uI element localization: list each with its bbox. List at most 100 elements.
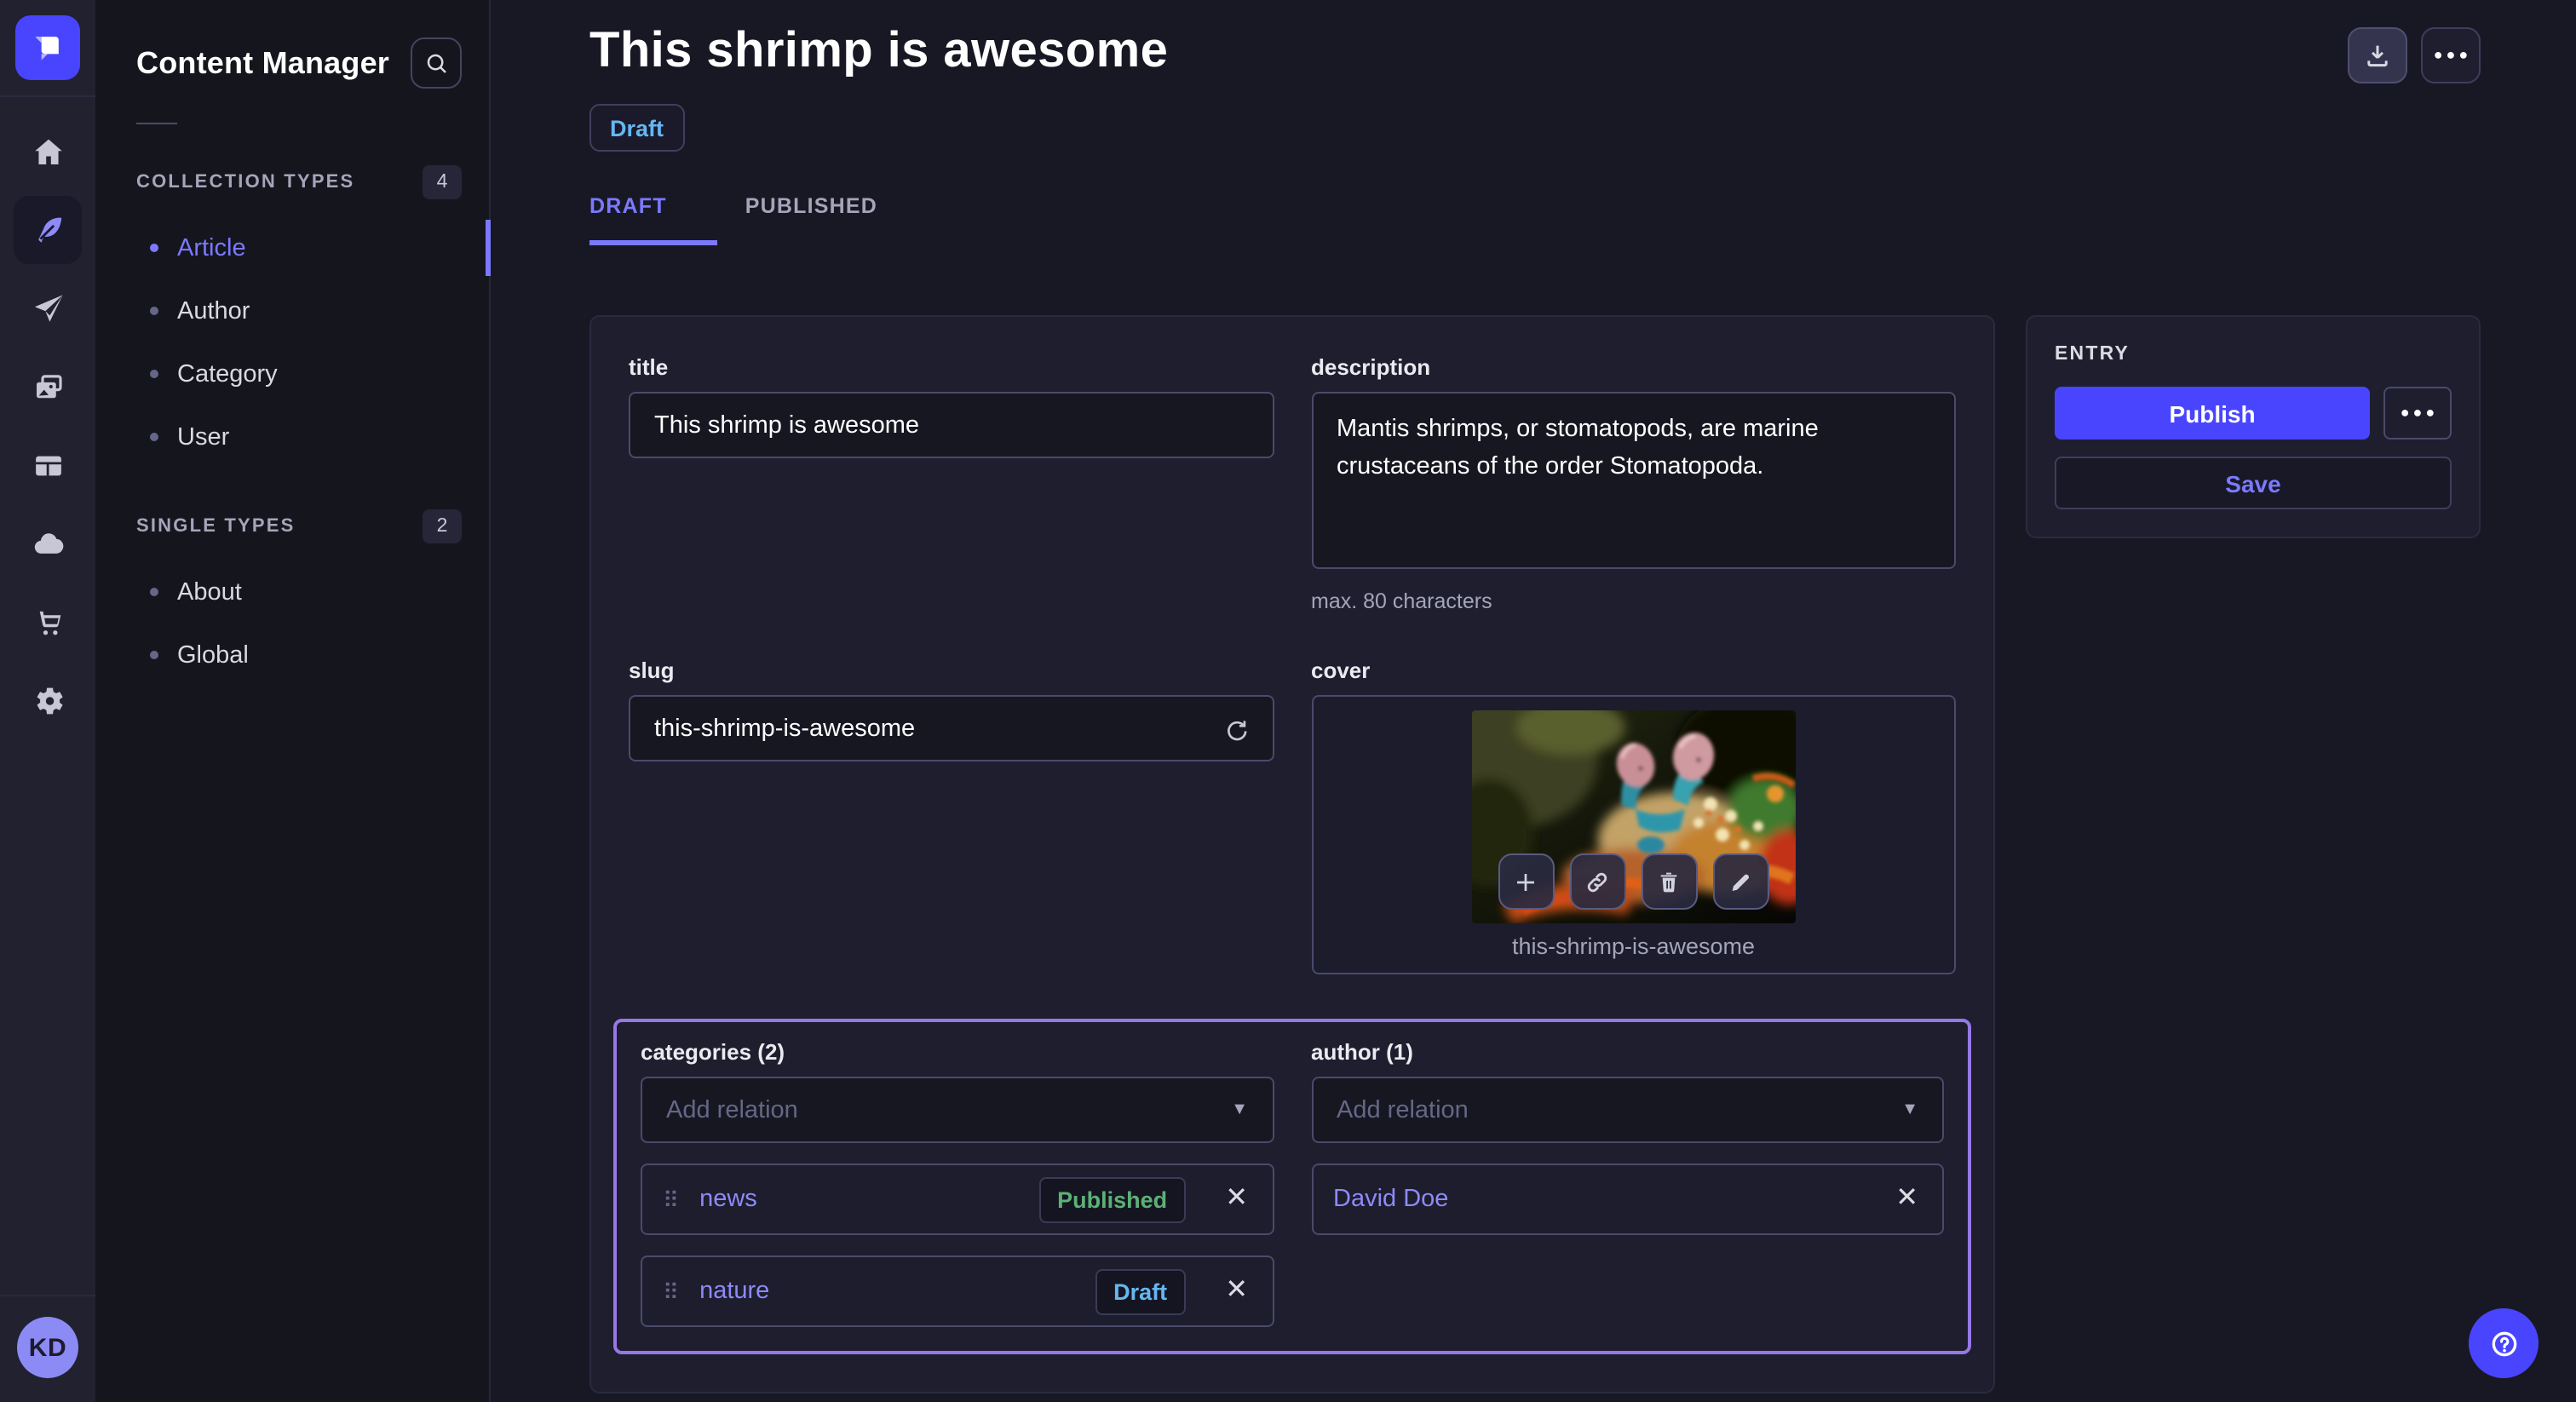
entry-more-options-button[interactable]: ●●●	[2383, 387, 2452, 440]
pencil-icon	[1728, 868, 1755, 895]
main-content: This shrimp is awesome ●●● Draft DRAFT P…	[491, 0, 2576, 1402]
sidebar-item-label: Author	[177, 297, 250, 325]
relation-link[interactable]: David Doe	[1333, 1186, 1448, 1213]
export-download-button[interactable]	[2348, 27, 2407, 83]
user-avatar[interactable]: KD	[17, 1317, 78, 1378]
bullet-icon	[150, 307, 158, 315]
drag-handle-icon[interactable]: ⠿	[663, 1188, 679, 1210]
sidebar-item-user[interactable]: User	[95, 405, 489, 468]
relation-link[interactable]: nature	[699, 1278, 769, 1305]
trash-icon	[1656, 868, 1683, 895]
divider	[0, 1295, 95, 1296]
sidebar-item-about[interactable]: About	[95, 560, 489, 623]
author-add-relation-combobox[interactable]: Add relation ▼	[1311, 1077, 1944, 1143]
slug-input[interactable]	[629, 695, 1274, 761]
drag-handle-icon[interactable]: ⠿	[663, 1280, 679, 1302]
version-tabs: DRAFT PUBLISHED	[589, 194, 2481, 245]
main-nav: KD	[0, 0, 95, 1402]
cover-asset-card: this-shrimp-is-awesome	[1311, 695, 1956, 974]
bullet-icon	[150, 244, 158, 252]
link-icon	[1584, 868, 1612, 895]
caret-down-icon: ▼	[1901, 1100, 1918, 1119]
help-button[interactable]	[2469, 1308, 2539, 1378]
cover-label: cover	[1311, 658, 1956, 683]
divider	[0, 95, 95, 97]
edit-form-panel: title description Mantis shrimps, or sto…	[589, 315, 1995, 1393]
relation-status-badge: Published	[1038, 1176, 1186, 1222]
nav-home-icon[interactable]	[14, 118, 82, 186]
sidebar-item-global[interactable]: Global	[95, 623, 489, 687]
field-author: author (1) Add relation ▼ David Doe ✕	[1311, 1039, 1944, 1327]
single-types-section: SINGLE TYPES 2 About Global	[95, 509, 489, 687]
categories-label: categories (2)	[641, 1039, 1274, 1065]
strapi-logo-icon	[29, 29, 66, 66]
divider	[136, 123, 177, 124]
tab-published[interactable]: PUBLISHED	[745, 194, 929, 245]
nav-marketplace-cart-icon[interactable]	[14, 588, 82, 656]
description-textarea[interactable]: Mantis shrimps, or stomatopods, are mari…	[1311, 392, 1956, 569]
active-item-indicator	[486, 220, 491, 276]
sidebar-item-author[interactable]: Author	[95, 279, 489, 342]
section-count-badge: 4	[423, 165, 462, 199]
nav-content-manager-feather-icon[interactable]	[14, 196, 82, 264]
copy-link-button[interactable]	[1570, 853, 1626, 910]
slug-label: slug	[629, 658, 1274, 683]
nav-settings-gear-icon[interactable]	[14, 666, 82, 734]
help-icon	[2487, 1326, 2521, 1360]
field-title: title	[629, 354, 1274, 613]
cover-filename: this-shrimp-is-awesome	[1512, 934, 1755, 959]
sidebar-item-label: Category	[177, 360, 278, 388]
relation-status-badge: Draft	[1095, 1268, 1186, 1314]
sidebar-item-category[interactable]: Category	[95, 342, 489, 405]
plus-icon	[1513, 868, 1540, 895]
sidebar-item-article[interactable]: Article	[95, 216, 489, 279]
save-button[interactable]: Save	[2055, 457, 2452, 509]
tab-draft[interactable]: DRAFT	[589, 194, 718, 245]
combobox-placeholder: Add relation	[1337, 1096, 1469, 1123]
nav-media-library-icon[interactable]	[14, 353, 82, 421]
more-icon: ●●●	[2430, 48, 2472, 63]
title-label: title	[629, 354, 1274, 380]
section-label: COLLECTION TYPES	[136, 172, 354, 192]
relation-item-news: ⠿ news Published ✕	[641, 1164, 1274, 1235]
sidebar-item-label: User	[177, 423, 229, 451]
relation-link[interactable]: news	[699, 1186, 757, 1213]
nav-cloud-icon[interactable]	[14, 509, 82, 577]
regenerate-slug-button[interactable]	[1217, 710, 1255, 748]
bullet-icon	[150, 588, 158, 596]
page-title: This shrimp is awesome	[589, 24, 1168, 80]
search-button[interactable]	[411, 37, 462, 89]
edit-asset-button[interactable]	[1713, 853, 1769, 910]
field-cover: cover	[1311, 658, 1956, 974]
refresh-icon	[1222, 715, 1251, 744]
categories-add-relation-combobox[interactable]: Add relation ▼	[641, 1077, 1274, 1143]
entry-panel: ENTRY Publish ●●● Save	[2026, 315, 2481, 538]
collection-types-section: COLLECTION TYPES 4 Article Author Catego…	[95, 165, 489, 468]
description-label: description	[1311, 354, 1956, 380]
content-manager-sidebar: Content Manager COLLECTION TYPES 4 Artic…	[95, 0, 491, 1402]
publish-button[interactable]: Publish	[2055, 387, 2370, 440]
description-hint: max. 80 characters	[1311, 589, 1956, 613]
more-options-button[interactable]: ●●●	[2421, 27, 2481, 83]
field-categories: categories (2) Add relation ▼ ⠿ news Pub	[641, 1039, 1274, 1327]
relation-item-david-doe: David Doe ✕	[1311, 1164, 1944, 1235]
nav-send-icon[interactable]	[14, 274, 82, 342]
add-asset-button[interactable]	[1498, 853, 1555, 910]
combobox-placeholder: Add relation	[666, 1096, 798, 1123]
strapi-logo[interactable]	[15, 15, 80, 80]
relation-item-nature: ⠿ nature Draft ✕	[641, 1255, 1274, 1327]
section-count-badge: 2	[423, 509, 462, 543]
remove-relation-button[interactable]: ✕	[1892, 1186, 1922, 1213]
download-icon	[2363, 41, 2392, 70]
strapi-admin-app: KD Content Manager COLLECTION TYPES 4 Ar…	[0, 0, 2576, 1402]
field-description: description Mantis shrimps, or stomatopo…	[1311, 354, 1956, 613]
bullet-icon	[150, 651, 158, 659]
status-badge: Draft	[589, 104, 684, 152]
author-label: author (1)	[1311, 1039, 1944, 1065]
delete-asset-button[interactable]	[1642, 853, 1698, 910]
remove-relation-button[interactable]: ✕	[1222, 1186, 1251, 1213]
nav-content-type-builder-icon[interactable]	[14, 431, 82, 499]
title-input[interactable]	[629, 392, 1274, 458]
remove-relation-button[interactable]: ✕	[1222, 1278, 1251, 1305]
sidebar-item-label: Article	[177, 234, 246, 261]
